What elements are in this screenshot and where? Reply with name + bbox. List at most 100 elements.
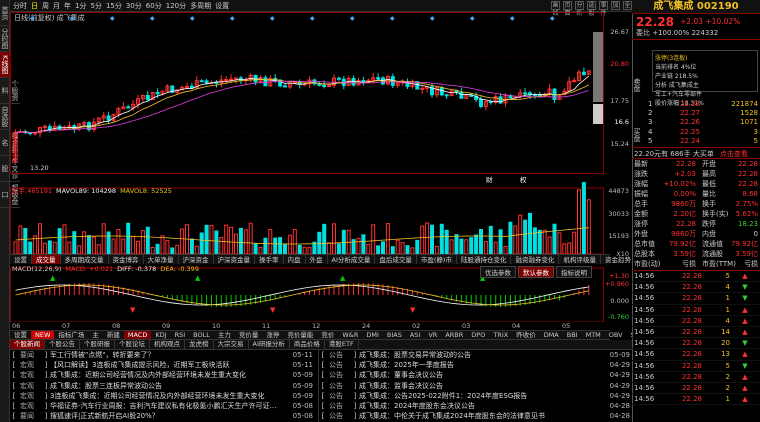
news-row[interactable]: [宏观] 3连板成飞集成：近期公司经营情况及内外部经营环境未发生重大变化 05-09 <box>10 391 315 401</box>
event-tag[interactable]: 财 <box>486 175 493 184</box>
news-title[interactable]: 成飞集成：2025年一季度报告 <box>359 360 602 370</box>
indicator-tab[interactable]: 指标广场 <box>54 331 88 339</box>
macd-param-button[interactable]: 默认参数 <box>518 266 554 278</box>
buy-level[interactable]: 3 22.26 1071 <box>648 118 760 127</box>
period-button[interactable]: 30分 <box>126 1 142 11</box>
toolbar-icon[interactable]: 分析 <box>575 1 584 17</box>
indicator-tab[interactable]: 竞价量 <box>235 331 263 339</box>
news-row[interactable]: [要闻] 搜狐速评|正式新航开启AI股20%？ 05-08 <box>10 411 315 421</box>
toolbar-icon[interactable]: 全 <box>623 1 632 10</box>
sidebar-item[interactable]: 分时图 <box>0 26 10 52</box>
period-button[interactable]: 1分 <box>75 1 86 11</box>
news-title[interactable]: 成飞集成：监事会决议公告 <box>359 381 602 391</box>
news-tab[interactable]: 商品价格 <box>290 340 325 349</box>
volume-tab[interactable]: 设置 <box>10 255 32 264</box>
toolbar-icon[interactable]: 事件 <box>599 1 608 17</box>
sidebar-item[interactable]: K线图 <box>0 52 10 78</box>
news-row[interactable]: [公告] 成飞集成：2025年一季度报告 04-29 <box>319 360 632 370</box>
volume-tab[interactable]: 资金博弈 <box>109 255 144 264</box>
period-button[interactable]: 60分 <box>146 1 162 11</box>
news-tab[interactable]: 个股新闻 <box>10 340 45 349</box>
volume-tab[interactable]: 融资融券变化 <box>511 255 560 264</box>
buy-level[interactable]: 2 22.27 1528 <box>648 109 760 118</box>
indicator-tab[interactable]: TRIX <box>489 331 512 339</box>
news-title[interactable]: 成飞集成：董事会决议公告 <box>359 370 602 380</box>
indicator-tab[interactable]: OBV <box>605 331 627 339</box>
volume-tab[interactable]: 盘后成交量 <box>375 255 417 264</box>
news-tab[interactable]: 个股公告 <box>45 340 80 349</box>
news-row[interactable]: [要闻] 军工行情被"点燃"，转折要来了？ 05-11 <box>10 350 315 360</box>
volume-tab[interactable]: 机构评级量 <box>559 255 601 264</box>
indicator-tab[interactable]: NEW <box>31 331 55 339</box>
buy-level[interactable]: 5 22.24 5 <box>648 137 760 146</box>
toolbar-icon[interactable]: 页面 <box>563 1 572 17</box>
indicator-tab[interactable]: ASI <box>406 331 425 339</box>
event-diamond-icon[interactable]: ◆ <box>390 15 395 22</box>
news-row[interactable]: [公告] 成飞集成：2024年度股东会决议公告 04-28 <box>319 401 632 411</box>
news-title[interactable]: 搜狐速评|正式新航开启AI股20%？ <box>50 411 285 421</box>
indicator-tab[interactable]: VR <box>424 331 441 339</box>
volume-tab[interactable]: 陆股通持仓变化 <box>457 255 512 264</box>
period-button[interactable]: 日 <box>31 1 38 11</box>
period-button[interactable]: 年 <box>64 1 71 11</box>
news-title[interactable]: 成飞集成：股票交易异常波动的公告 <box>359 350 602 360</box>
news-row[interactable]: [公告] 成飞集成：董事会决议公告 04-29 <box>319 370 632 380</box>
news-tab[interactable]: 港股ETF <box>325 340 359 349</box>
news-tab[interactable]: 个股研报 <box>80 340 115 349</box>
volume-tab[interactable]: 市盈(静)市 <box>417 255 457 264</box>
period-button[interactable]: 多周期 <box>190 1 211 11</box>
volume-tab[interactable]: 成交量 <box>32 255 61 264</box>
news-title[interactable]: 成飞集成：中伦关于成飞集成2024年度股东会的法律意见书 <box>359 411 602 421</box>
news-tab[interactable]: 龙虎榜 <box>185 340 214 349</box>
event-tag[interactable]: 权 <box>520 175 527 184</box>
news-tab[interactable]: 个股论坛 <box>115 340 150 349</box>
period-button[interactable]: 设置 <box>215 1 229 11</box>
news-row[interactable]: [公告] 成飞集成：股票交易异常波动的公告 05-09 <box>319 350 632 360</box>
volume-tab[interactable]: 资金趋势 <box>601 255 636 264</box>
event-diamond-icon[interactable]: ◆ <box>350 15 355 22</box>
limit-up-bubble[interactable]: 涨停(3连板) 当前排名 4%位 产业链 218.5% 分析 成飞集成主 军工+汽车零部… <box>652 50 758 107</box>
macd-param-button[interactable]: 优选参数 <box>480 266 516 278</box>
indicator-tab[interactable]: W&R <box>338 331 362 339</box>
event-diamond-icon[interactable]: ◆ <box>510 15 515 22</box>
indicator-tab[interactable]: BOLL <box>189 331 214 339</box>
indicator-tab[interactable]: KDJ <box>151 331 170 339</box>
period-button[interactable]: 分时 <box>13 1 27 11</box>
news-title[interactable]: 【风口解读】3连板成飞集成提示风险，近期军工板块活跃 <box>50 360 285 370</box>
period-button[interactable]: 月 <box>53 1 60 11</box>
news-title[interactable]: 成飞集成：近期公司经营情况及内外部经营环境未发生重大变化 <box>50 370 285 380</box>
news-title[interactable]: 成飞集成：2024年度股东会决议公告 <box>359 401 602 411</box>
event-diamond-icon[interactable]: ◆ <box>550 15 555 22</box>
event-diamond-icon[interactable]: ◆ <box>270 15 275 22</box>
event-diamond-icon[interactable]: ◆ <box>430 15 435 22</box>
period-button[interactable]: 5分 <box>90 1 101 11</box>
period-button[interactable]: 周 <box>42 1 49 11</box>
volume-tab[interactable]: AI分析成交量 <box>328 255 376 264</box>
news-title[interactable]: 成飞集成：公告2025-022附件1：2024年度ESG报告 <box>359 391 602 401</box>
indicator-tab[interactable]: 竞价量能 <box>283 331 317 339</box>
buy-level[interactable]: 1 22.28 221874 <box>648 100 760 109</box>
indicator-tab[interactable]: 昨收价 <box>512 331 540 339</box>
indicator-tab[interactable]: 新建 <box>103 331 124 339</box>
indicator-tab[interactable]: 主 <box>88 331 103 339</box>
event-diamond-icon[interactable]: ◆ <box>310 15 315 22</box>
sidebar-item[interactable]: 首页 <box>0 0 10 26</box>
indicator-tab[interactable]: 竞价 <box>317 331 338 339</box>
event-diamond-icon[interactable]: ◆ <box>470 15 475 22</box>
period-button[interactable]: 120分 <box>166 1 186 11</box>
indicator-tab[interactable]: MACD <box>123 331 152 339</box>
news-row[interactable]: [公告] 成飞集成：中伦关于成飞集成2024年度股东会的法律意见书 04-28 <box>319 411 632 421</box>
news-title[interactable]: 华福证券-汽车行业周报：吉利汽车建议私有化极氪小鹏汇天生产许可证… <box>50 401 285 411</box>
indicator-tab[interactable]: ARBR <box>441 331 467 339</box>
macd-param-button[interactable]: 指标说明 <box>556 266 592 278</box>
volume-tab[interactable]: 沪深资金 <box>179 255 214 264</box>
toolbar-icon[interactable]: 画线 <box>551 1 560 17</box>
indicator-tab[interactable]: MTM <box>582 331 605 339</box>
period-button[interactable]: 15分 <box>106 1 122 11</box>
news-row[interactable]: [宏观] 成飞集成：近期公司经营情况及内外部经营环境未发生重大变化 05-09 <box>10 370 315 380</box>
indicator-tab[interactable]: 涨停 <box>262 331 283 339</box>
buy-level[interactable]: 4 22.25 3 <box>648 128 760 137</box>
event-diamond-icon[interactable]: ◆ <box>190 15 195 22</box>
news-tab[interactable]: 机构观点 <box>150 340 185 349</box>
news-title[interactable]: 3连板成飞集成：近期公司经营情况及内外部经营环境未发生重大变化 <box>50 391 285 401</box>
